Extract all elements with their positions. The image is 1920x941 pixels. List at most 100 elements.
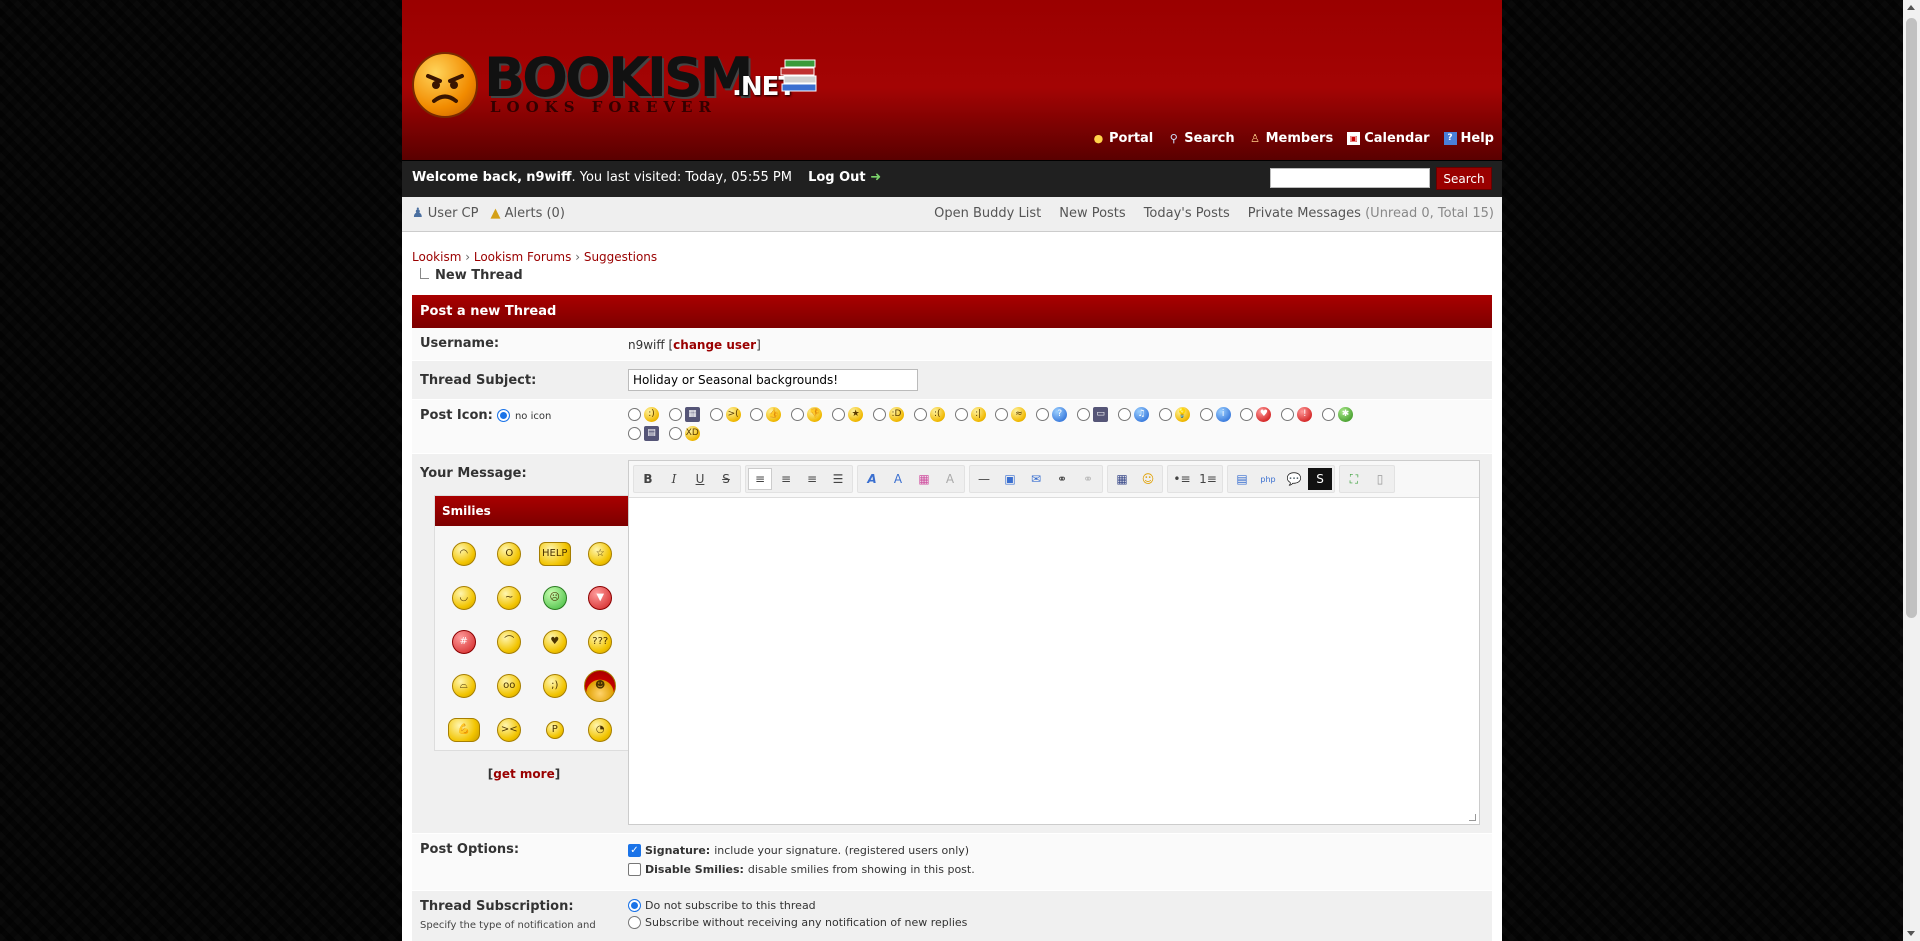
no-icon-radio[interactable] xyxy=(497,409,511,422)
spoiler-icon[interactable]: S xyxy=(1308,468,1332,490)
underline-button[interactable]: U xyxy=(688,468,712,490)
post-icon-option[interactable]: :( xyxy=(913,407,945,422)
smiley[interactable]: HELP xyxy=(532,536,578,572)
breadcrumb-item[interactable]: Lookism Forums xyxy=(474,250,572,264)
smiley[interactable]: ☻ xyxy=(578,668,624,704)
align-center-button[interactable]: ≡ xyxy=(774,468,798,490)
subscription-option-none[interactable]: Do not subscribe to this thread xyxy=(628,899,1492,912)
code-icon[interactable]: ▤ xyxy=(1230,468,1254,490)
source-mode-icon[interactable]: ▯ xyxy=(1368,468,1392,490)
welcome-username[interactable]: n9wiff xyxy=(526,170,571,185)
font-icon[interactable]: A xyxy=(860,468,884,490)
alerts-link[interactable]: ▲ Alerts (0) xyxy=(490,206,564,221)
smiley[interactable]: ☹ xyxy=(532,580,578,616)
email-icon[interactable]: ✉ xyxy=(1024,468,1048,490)
smiley[interactable]: >< xyxy=(487,712,533,748)
quick-search-input[interactable] xyxy=(1270,168,1430,188)
open-buddy-list-link[interactable]: Open Buddy List xyxy=(934,206,1041,221)
change-user-link[interactable]: change user xyxy=(673,338,756,352)
smiley[interactable]: ☆ xyxy=(578,536,624,572)
new-posts-link[interactable]: New Posts xyxy=(1059,206,1125,221)
message-textarea[interactable] xyxy=(629,498,1479,824)
toplink-calendar[interactable]: ▣ Calendar xyxy=(1347,131,1430,146)
toplink-portal[interactable]: ● Portal xyxy=(1092,131,1154,146)
post-icon-option[interactable]: 👍 xyxy=(750,407,782,422)
site-logo[interactable]: BOOKISM .NET LOOKS FOREVER xyxy=(412,48,832,120)
link-icon[interactable]: ⚭ xyxy=(1050,468,1074,490)
color-icon[interactable]: ▦ xyxy=(912,468,936,490)
font-size-icon[interactable]: A xyxy=(886,468,910,490)
post-icon-option[interactable]: ▦ xyxy=(668,407,700,422)
bullet-list-icon[interactable]: •≡ xyxy=(1170,468,1194,490)
logout-link[interactable]: Log Out ➜ xyxy=(808,170,881,185)
post-icon-option[interactable]: ✱ xyxy=(1322,407,1354,422)
smiley[interactable]: ??? xyxy=(578,624,624,660)
italic-button[interactable]: I xyxy=(662,468,686,490)
strikethrough-button[interactable]: S xyxy=(714,468,738,490)
smiley[interactable]: 💪 xyxy=(441,712,487,748)
search-button[interactable]: Search xyxy=(1436,167,1492,190)
user-cp-link[interactable]: ♟ User CP xyxy=(412,206,478,221)
smiley[interactable]: ;) xyxy=(532,668,578,704)
breadcrumb-item[interactable]: Lookism xyxy=(412,250,461,264)
post-icon-option[interactable]: ≈ xyxy=(995,407,1027,422)
scroll-down-icon[interactable] xyxy=(1907,931,1915,936)
post-icon-option[interactable]: ★ xyxy=(832,407,864,422)
php-icon[interactable]: php xyxy=(1256,468,1280,490)
resize-grip-icon[interactable] xyxy=(1469,814,1476,821)
image-icon[interactable]: ▣ xyxy=(998,468,1022,490)
numbered-list-icon[interactable]: 1≡ xyxy=(1196,468,1220,490)
disable-smilies-option[interactable]: Disable Smilies: disable smilies from sho… xyxy=(628,863,1492,876)
smiley[interactable]: ♥ xyxy=(532,624,578,660)
post-icon-option[interactable]: :| xyxy=(954,407,986,422)
remove-format-icon[interactable]: A xyxy=(938,468,962,490)
post-icon-option[interactable]: :D xyxy=(872,407,904,422)
smiley[interactable]: ◡ xyxy=(441,580,487,616)
post-icon-option[interactable]: XD xyxy=(668,426,700,441)
unlink-icon[interactable]: ⚭ xyxy=(1076,468,1100,490)
toplink-members[interactable]: ♙ Members xyxy=(1249,131,1333,146)
post-icon-option[interactable]: ▤ xyxy=(628,426,659,441)
maximize-icon[interactable]: ⛶ xyxy=(1342,468,1366,490)
disable-smilies-checkbox[interactable] xyxy=(628,863,641,876)
smiley[interactable]: ⌓ xyxy=(441,668,487,704)
private-messages-link[interactable]: Private Messages (Unread 0, Total 15) xyxy=(1248,206,1494,221)
signature-checkbox[interactable]: ✓ xyxy=(628,844,641,857)
breadcrumb-item[interactable]: Suggestions xyxy=(584,250,657,264)
scrollbar-thumb[interactable] xyxy=(1906,18,1917,618)
todays-posts-link[interactable]: Today's Posts xyxy=(1144,206,1230,221)
emoticon-icon[interactable]: ☺ xyxy=(1136,468,1160,490)
smiley[interactable]: ▼ xyxy=(578,580,624,616)
thread-subject-input[interactable] xyxy=(628,369,918,391)
toplink-search[interactable]: ⚲ Search xyxy=(1167,131,1235,146)
scroll-up-icon[interactable] xyxy=(1907,5,1915,10)
horizontal-rule-icon[interactable]: — xyxy=(972,468,996,490)
smiley[interactable]: # xyxy=(441,624,487,660)
post-icon-option[interactable]: :) xyxy=(628,407,659,422)
post-icon-option[interactable]: i xyxy=(1199,407,1231,422)
post-icon-option[interactable]: ♫ xyxy=(1117,407,1149,422)
align-left-button[interactable]: ≡ xyxy=(748,468,772,490)
smiley[interactable]: ~ xyxy=(487,580,533,616)
smiley[interactable]: O xyxy=(487,536,533,572)
align-right-button[interactable]: ≡ xyxy=(800,468,824,490)
justify-button[interactable]: ☰ xyxy=(826,468,850,490)
signature-option[interactable]: ✓ Signature: include your signature. (regi… xyxy=(628,844,1492,857)
quote-icon[interactable]: 💬 xyxy=(1282,468,1306,490)
subscription-option-no-notify[interactable]: Subscribe without receiving any notifica… xyxy=(628,916,1492,929)
get-more-link[interactable]: get more xyxy=(493,767,554,781)
post-icon-option[interactable]: 👎 xyxy=(791,407,823,422)
smiley[interactable]: ◔ xyxy=(578,712,624,748)
post-icon-option[interactable]: >( xyxy=(709,407,741,422)
post-icon-option[interactable]: ♥ xyxy=(1240,407,1272,422)
post-icon-option[interactable]: ▭ xyxy=(1077,407,1109,422)
video-icon[interactable]: ▦ xyxy=(1110,468,1134,490)
smiley[interactable]: oo xyxy=(487,668,533,704)
smiley[interactable]: ⌒ xyxy=(487,624,533,660)
smiley[interactable]: ◠ xyxy=(441,536,487,572)
page-scrollbar[interactable] xyxy=(1903,0,1920,941)
toplink-help[interactable]: ? Help xyxy=(1443,131,1494,146)
post-icon-option[interactable]: ! xyxy=(1281,407,1313,422)
smiley[interactable]: P xyxy=(532,712,578,748)
post-icon-option[interactable]: ? xyxy=(1036,407,1068,422)
